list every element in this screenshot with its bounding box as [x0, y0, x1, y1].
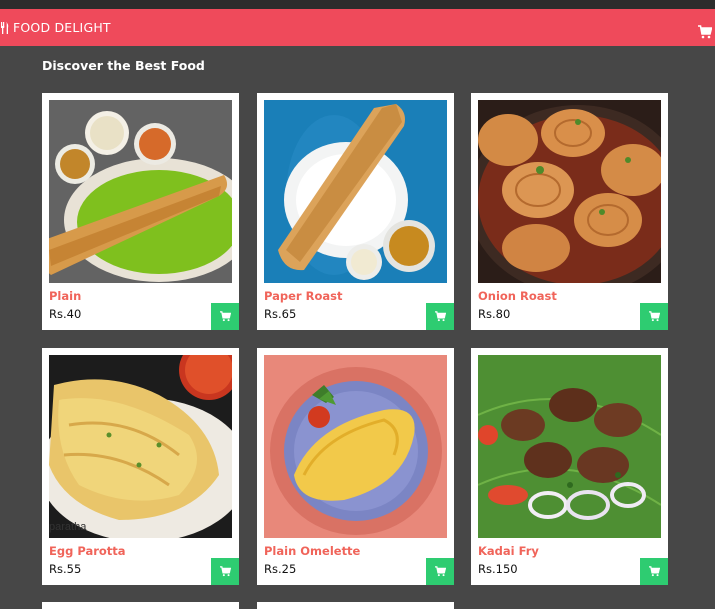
cart-icon [434, 566, 446, 577]
cart-icon [219, 566, 231, 577]
brand-name: FOOD DELIGHT [13, 20, 111, 35]
food-card-partial[interactable] [257, 602, 454, 609]
cart-icon [219, 311, 231, 322]
food-image-plain-dosa [49, 100, 232, 283]
food-card[interactable]: Kadai Fry Rs.150 [471, 348, 668, 585]
food-name[interactable]: Kadai Fry [478, 544, 539, 558]
food-name[interactable]: Onion Roast [478, 289, 557, 303]
food-price: Rs.40 [49, 307, 82, 321]
food-price: Rs.80 [478, 307, 511, 321]
food-card[interactable]: paratha Egg Parotta Rs.55 [42, 348, 239, 585]
cart-icon [434, 311, 446, 322]
food-image-plain-omelette [264, 355, 447, 538]
food-name[interactable]: Egg Parotta [49, 544, 126, 558]
page-heading: Discover the Best Food [42, 58, 205, 73]
food-image-paper-roast [264, 100, 447, 283]
add-to-cart-button[interactable] [211, 303, 239, 330]
food-card[interactable]: Plain Rs.40 [42, 93, 239, 330]
food-card[interactable]: Plain Omelette Rs.25 [257, 348, 454, 585]
food-price: Rs.25 [264, 562, 297, 576]
cart-icon [648, 566, 660, 577]
cart-icon [648, 311, 660, 322]
food-name[interactable]: Plain [49, 289, 81, 303]
food-price: Rs.55 [49, 562, 82, 576]
utensils-icon [0, 21, 10, 35]
food-name[interactable]: Plain Omelette [264, 544, 360, 558]
navbar: FOOD DELIGHT [0, 9, 715, 46]
food-image-egg-parotta: paratha [49, 355, 232, 538]
food-card[interactable]: Paper Roast Rs.65 [257, 93, 454, 330]
add-to-cart-button[interactable] [640, 303, 668, 330]
cart-icon[interactable] [698, 24, 713, 39]
add-to-cart-button[interactable] [640, 558, 668, 585]
add-to-cart-button[interactable] [211, 558, 239, 585]
brand[interactable]: FOOD DELIGHT [0, 20, 111, 35]
food-image-kadai-fry [478, 355, 661, 538]
food-price: Rs.150 [478, 562, 518, 576]
food-name[interactable]: Paper Roast [264, 289, 342, 303]
add-to-cart-button[interactable] [426, 303, 454, 330]
food-card-partial[interactable] [42, 602, 239, 609]
add-to-cart-button[interactable] [426, 558, 454, 585]
food-price: Rs.65 [264, 307, 297, 321]
image-caption: paratha [49, 521, 87, 533]
food-card[interactable]: Onion Roast Rs.80 [471, 93, 668, 330]
browser-top-strip [0, 0, 715, 9]
food-image-onion-roast [478, 100, 661, 283]
